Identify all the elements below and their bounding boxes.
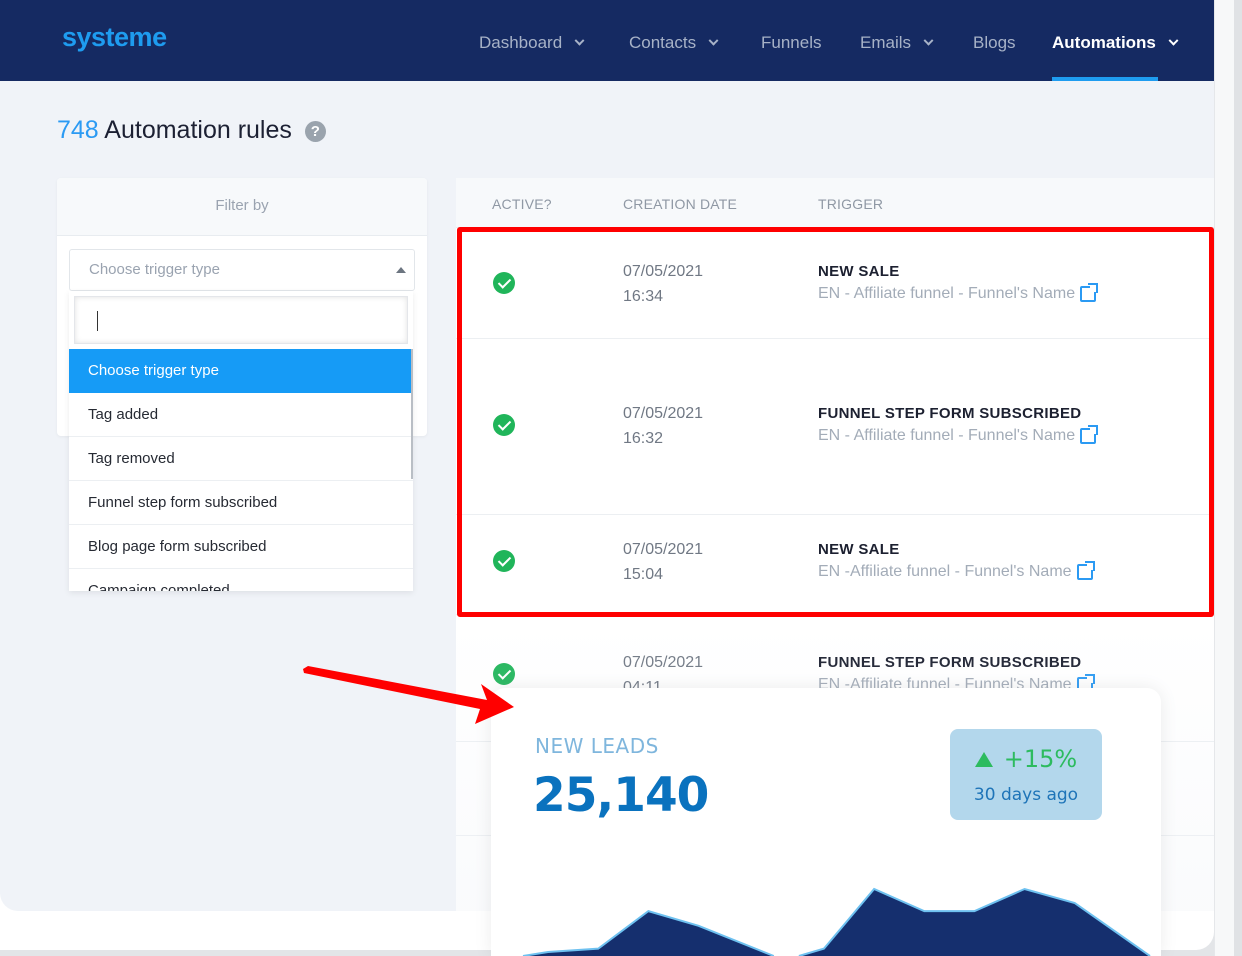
trigger-name: NEW SALE [818,541,900,558]
nav-blogs[interactable]: Blogs [973,33,1016,53]
text-cursor [97,311,98,331]
change-badge: +15% 30 days ago [950,729,1102,820]
funnel-name: EN - Affiliate funnel - Funnel's Name [818,427,1076,444]
top-navigation: systeme Dashboard Contacts Funnels Email… [0,0,1214,81]
creation-date: 07/05/2021 15:04 [623,537,703,587]
change-period: 30 days ago [973,785,1079,805]
chevron-down-icon [923,35,934,46]
trigger-type-select[interactable]: Choose trigger type [69,249,415,291]
dropdown-option-funnel-step-form-subscribed[interactable]: Funnel step form subscribed [69,481,413,525]
nav-dashboard-label: Dashboard [479,33,563,52]
creation-date: 07/05/2021 16:32 [623,401,703,451]
time-text: 16:34 [623,288,664,305]
dropdown-option-campaign-completed[interactable]: Campaign completed [69,569,413,591]
nav-emails-label: Emails [860,33,912,52]
chevron-down-icon [574,35,585,46]
nav-automations-label: Automations [1052,33,1156,52]
rules-count: 748 [57,116,99,144]
active-check-icon[interactable] [493,414,515,436]
change-percent-text: +15% [1003,745,1078,773]
chart-area-segment-1 [523,911,774,956]
dropdown-option-choose-trigger-type[interactable]: Choose trigger type [69,349,413,393]
triangle-up-icon [974,751,993,767]
new-leads-card: NEW LEADS 25,140 +15% 30 days ago [491,688,1161,956]
dropdown-option-blog-page-form-subscribed[interactable]: Blog page form subscribed [69,525,413,569]
nav-emails[interactable]: Emails [860,33,934,53]
chevron-down-icon [1168,35,1179,46]
table-row[interactable]: 07/05/2021 15:04 NEW SALE EN -Affiliate … [456,515,1214,615]
dropdown-option-tag-added[interactable]: Tag added [69,393,413,437]
nav-automations[interactable]: Automations [1052,33,1179,53]
funnel-name: EN - Affiliate funnel - Funnel's Name [818,285,1076,302]
nav-contacts[interactable]: Contacts [629,33,719,53]
page-title-text: Automation rules [104,116,292,144]
nav-funnels-label: Funnels [761,33,822,52]
date-text: 07/05/2021 [623,405,704,422]
date-text: 07/05/2021 [623,541,704,558]
table-header: ACTIVE? CREATION DATE TRIGGER [456,178,1214,228]
systeme-logo[interactable]: systeme [62,22,167,53]
external-link-icon[interactable] [1080,283,1100,302]
nav-contacts-label: Contacts [629,33,697,52]
active-check-icon[interactable] [493,663,515,685]
page-scrollbar[interactable] [1214,0,1242,956]
scrollbar-edge [1234,0,1242,956]
chart-area-segment-2 [798,889,1150,956]
page-title: 748 Automation rules ? [57,116,326,145]
column-header-trigger[interactable]: TRIGGER [818,196,883,212]
filter-heading: Filter by [57,178,427,236]
new-leads-label: NEW LEADS [535,734,659,758]
date-text: 07/05/2021 [623,263,704,280]
active-tab-indicator [1052,77,1158,81]
trigger-type-dropdown: Choose trigger type Tag added Tag remove… [69,291,413,591]
column-header-active[interactable]: ACTIVE? [492,196,552,212]
time-text: 15:04 [623,566,664,583]
active-check-icon[interactable] [493,272,515,294]
trigger-type-select-value: Choose trigger type [89,261,220,278]
trigger-name: FUNNEL STEP FORM SUBSCRIBED [818,405,1082,422]
external-link-icon[interactable] [1080,425,1100,444]
active-check-icon[interactable] [493,550,515,572]
chevron-down-icon [708,35,719,46]
nav-dashboard[interactable]: Dashboard [479,33,585,53]
nav-funnels[interactable]: Funnels [761,33,821,53]
trigger-name: FUNNEL STEP FORM SUBSCRIBED [818,654,1082,671]
trigger-funnel-link[interactable]: EN - Affiliate funnel - Funnel's Name [818,425,1100,445]
dropdown-scrollbar[interactable] [411,349,413,479]
column-header-creation-date[interactable]: CREATION DATE [623,196,737,212]
trigger-funnel-link[interactable]: EN - Affiliate funnel - Funnel's Name [818,283,1100,303]
new-leads-sparkline [522,887,1151,956]
trigger-name: NEW SALE [818,263,900,280]
new-leads-value: 25,140 [533,768,709,823]
creation-date: 07/05/2021 16:34 [623,259,703,309]
external-link-icon[interactable] [1076,561,1096,580]
trigger-funnel-link[interactable]: EN -Affiliate funnel - Funnel's Name [818,561,1096,581]
table-row[interactable]: 07/05/2021 16:32 FUNNEL STEP FORM SUBSCR… [456,339,1214,515]
dropdown-option-tag-removed[interactable]: Tag removed [69,437,413,481]
caret-up-icon [396,267,406,273]
change-percent: +15% [950,745,1102,773]
table-row[interactable]: 07/05/2021 16:34 NEW SALE EN - Affiliate… [456,229,1214,339]
dropdown-search-input[interactable] [74,296,408,344]
time-text: 16:32 [623,430,664,447]
funnel-name: EN -Affiliate funnel - Funnel's Name [818,563,1072,580]
dropdown-search-wrapper [69,291,413,349]
question-circle-icon[interactable]: ? [304,121,326,142]
date-text: 07/05/2021 [623,654,704,671]
nav-blogs-label: Blogs [973,33,1016,52]
